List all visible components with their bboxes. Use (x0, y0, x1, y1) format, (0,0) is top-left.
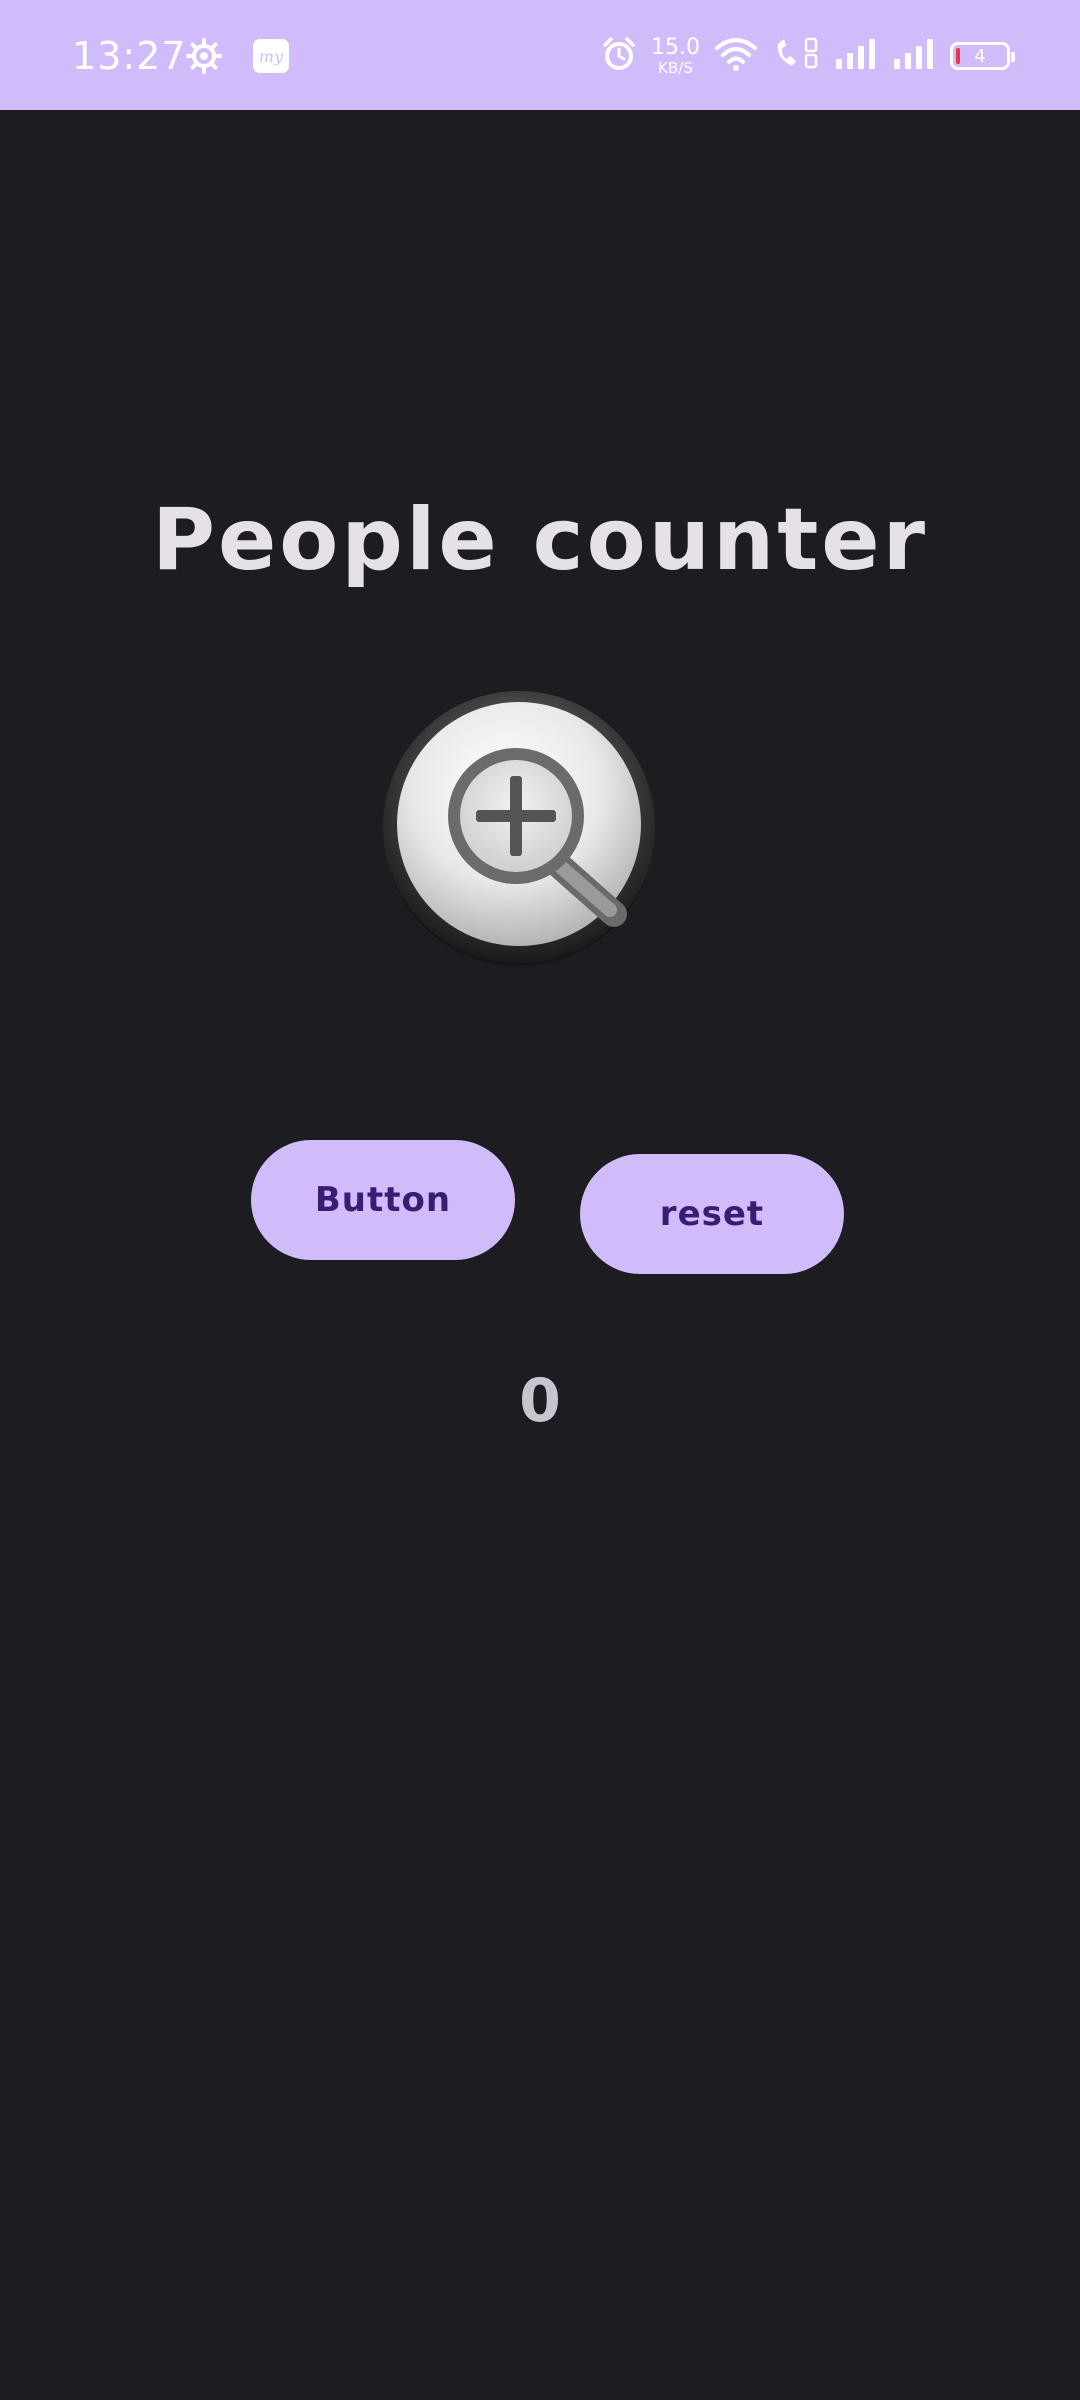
count-button[interactable]: Button (251, 1140, 515, 1260)
zoom-in-magnifier-icon (383, 691, 655, 966)
network-speed-value: 15.0 (651, 34, 700, 60)
battery-level: 4 (974, 45, 986, 67)
status-time: 13:27 (72, 34, 187, 78)
volte-call-icon (772, 36, 820, 76)
alarm-icon (601, 36, 637, 76)
counter-value: 0 (519, 1366, 561, 1436)
page-title: People counter (151, 490, 929, 590)
signal-2-icon (892, 37, 936, 75)
wifi-icon (714, 36, 758, 76)
signal-1-icon (834, 37, 878, 75)
my-app-icon: my (252, 38, 290, 78)
svg-text:my: my (259, 47, 284, 66)
settings-gear-icon (186, 38, 222, 78)
network-speed: 15.0 KB/S (651, 34, 700, 77)
reset-button[interactable]: reset (580, 1154, 844, 1274)
zoom-in-button[interactable] (378, 686, 660, 968)
status-bar: 13:27 my 15.0 KB/S 4 (0, 0, 1080, 110)
battery-icon: 4 (950, 42, 1015, 70)
network-speed-unit: KB/S (658, 58, 693, 77)
